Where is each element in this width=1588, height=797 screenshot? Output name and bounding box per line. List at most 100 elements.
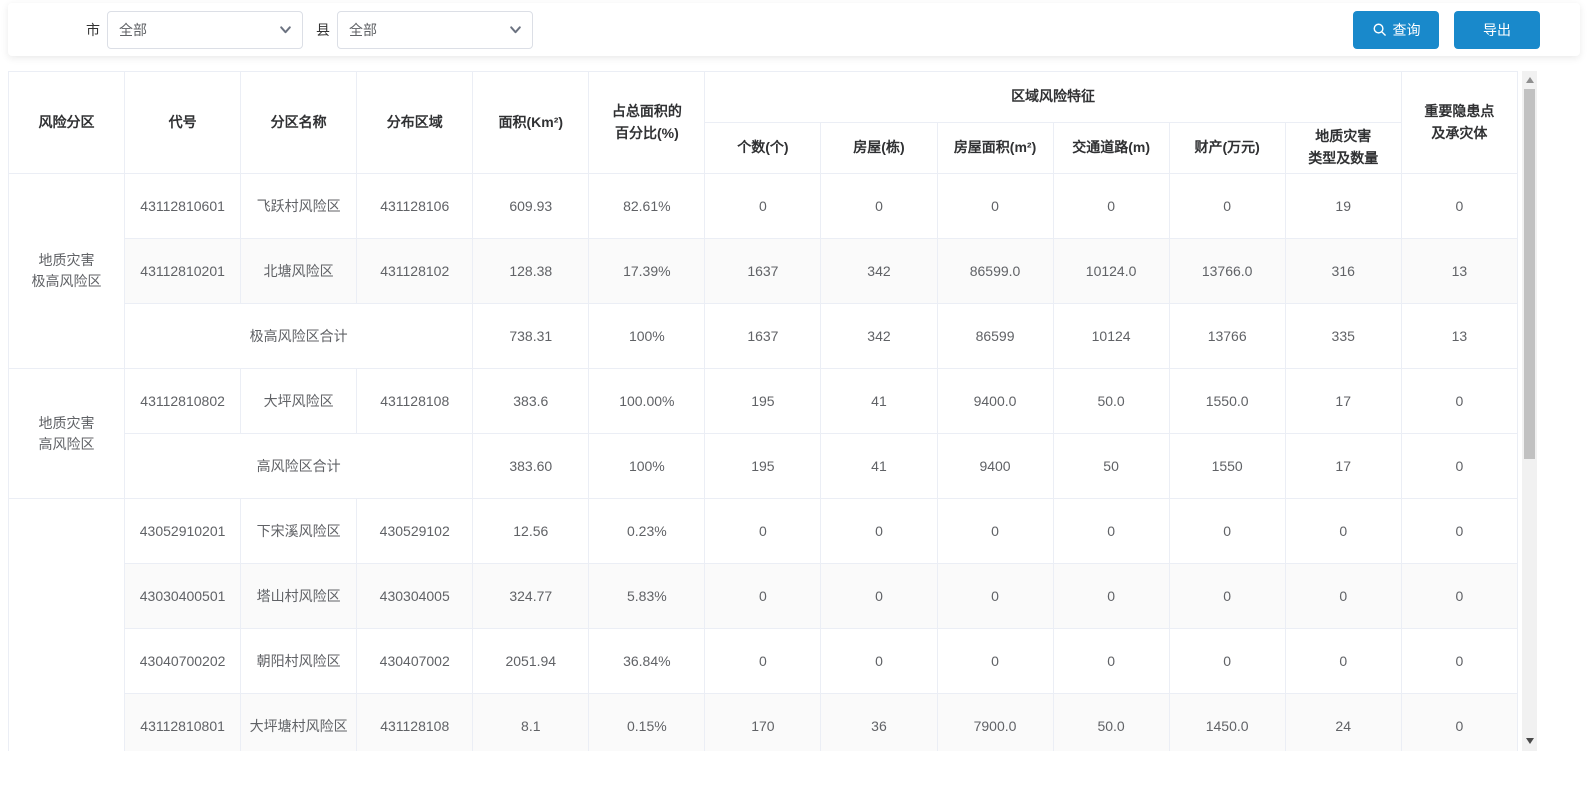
cell-value: 10124.0: [1053, 239, 1169, 304]
header-risk-zone: 风险分区: [9, 72, 125, 174]
query-button-label: 查询: [1393, 20, 1421, 40]
cell-value: 0: [1053, 564, 1169, 629]
cell-value: 0: [1285, 564, 1401, 629]
header-important: 重要隐患点 及承灾体: [1401, 72, 1517, 174]
cell-value: 0: [821, 174, 937, 239]
cell-value: 9400.0: [937, 369, 1053, 434]
cell-area: 2051.94: [473, 629, 589, 694]
cell-area: 8.1: [473, 694, 589, 752]
scroll-up-icon[interactable]: [1522, 72, 1537, 87]
cell-percent: 100%: [589, 434, 705, 499]
cell-value: 0: [1169, 564, 1285, 629]
header-property: 财产(万元): [1169, 123, 1285, 174]
cell-distribution: 430407002: [357, 629, 473, 694]
cell-distribution: 431128108: [357, 694, 473, 752]
cell-value: 0: [1401, 174, 1517, 239]
cell-value: 316: [1285, 239, 1401, 304]
cell-value: 13: [1401, 239, 1517, 304]
scroll-down-icon[interactable]: [1522, 733, 1537, 748]
cell-value: 17: [1285, 434, 1401, 499]
county-select[interactable]: 全部: [337, 11, 533, 49]
export-button-label: 导出: [1483, 20, 1511, 40]
cell-value: 0: [705, 564, 821, 629]
cell-value: 50: [1053, 434, 1169, 499]
toolbar: 市 全部 县 全部 查询 导出: [8, 3, 1580, 56]
cell-value: 0: [1053, 174, 1169, 239]
cell-zone-name: 下宋溪风险区: [241, 499, 357, 564]
cell-value: 342: [821, 239, 937, 304]
query-button[interactable]: 查询: [1353, 11, 1439, 49]
city-select-value: 全部: [119, 20, 147, 40]
cell-value: 0: [705, 174, 821, 239]
cell-area: 609.93: [473, 174, 589, 239]
header-count: 个数(个): [705, 123, 821, 174]
header-regional-features: 区域风险特征: [705, 72, 1401, 123]
chevron-down-icon: [509, 23, 522, 36]
cell-value: 86599: [937, 304, 1053, 369]
scroll-thumb[interactable]: [1524, 89, 1535, 459]
cell-value: 13766.0: [1169, 239, 1285, 304]
cell-zone-name: 朝阳村风险区: [241, 629, 357, 694]
city-label: 市: [86, 20, 100, 40]
cell-subtotal-label: 极高风险区合计: [125, 304, 473, 369]
cell-value: 335: [1285, 304, 1401, 369]
cell-distribution: 431128108: [357, 369, 473, 434]
cell-percent: 100%: [589, 304, 705, 369]
cell-value: 50.0: [1053, 369, 1169, 434]
cell-zone-name: 北塘风险区: [241, 239, 357, 304]
cell-value: 0: [1169, 174, 1285, 239]
header-zone-name: 分区名称: [241, 72, 357, 174]
cell-value: 0: [1169, 499, 1285, 564]
header-house-area: 房屋面积(m²): [937, 123, 1053, 174]
cell-value: 0: [937, 174, 1053, 239]
cell-value: 0: [1285, 499, 1401, 564]
table-row: 地质灾害 高风险区43112810802大坪风险区431128108383.61…: [9, 369, 1518, 434]
toolbar-buttons: 查询 导出: [1353, 11, 1540, 49]
cell-percent: 100.00%: [589, 369, 705, 434]
cell-value: 195: [705, 369, 821, 434]
county-label: 县: [316, 20, 330, 40]
cell-value: 170: [705, 694, 821, 752]
header-hazard-types: 地质灾害 类型及数量: [1285, 123, 1401, 174]
cell-area: 738.31: [473, 304, 589, 369]
risk-table: 风险分区 代号 分区名称 分布区域 面积(Km²) 占总面积的 百分比(%) 区…: [8, 71, 1518, 751]
cell-distribution: 431128106: [357, 174, 473, 239]
table-scrollbar[interactable]: [1522, 71, 1537, 751]
cell-value: 195: [705, 434, 821, 499]
export-button[interactable]: 导出: [1454, 11, 1540, 49]
cell-value: 0: [1401, 629, 1517, 694]
city-select[interactable]: 全部: [107, 11, 303, 49]
table-row: 43040700202朝阳村风险区4304070022051.9436.84%0…: [9, 629, 1518, 694]
county-select-value: 全部: [349, 20, 377, 40]
cell-code: 43040700202: [125, 629, 241, 694]
cell-percent: 17.39%: [589, 239, 705, 304]
cell-distribution: 430304005: [357, 564, 473, 629]
table-row: 地质灾害43052910201下宋溪风险区43052910212.560.23%…: [9, 499, 1518, 564]
header-roads: 交通道路(m): [1053, 123, 1169, 174]
cell-value: 36: [821, 694, 937, 752]
cell-value: 0: [821, 564, 937, 629]
search-icon: [1372, 22, 1387, 37]
cell-value: 17: [1285, 369, 1401, 434]
risk-zone-group-cell: 地质灾害 高风险区: [9, 369, 125, 499]
cell-percent: 82.61%: [589, 174, 705, 239]
risk-zone-group-cell: 地质灾害 极高风险区: [9, 174, 125, 369]
chevron-down-icon: [279, 23, 292, 36]
cell-value: 41: [821, 369, 937, 434]
cell-value: 0: [1401, 369, 1517, 434]
cell-value: 19: [1285, 174, 1401, 239]
cell-distribution: 430529102: [357, 499, 473, 564]
cell-value: 41: [821, 434, 937, 499]
cell-code: 43052910201: [125, 499, 241, 564]
cell-value: 0: [1401, 694, 1517, 752]
cell-area: 383.6: [473, 369, 589, 434]
table-body: 地质灾害 极高风险区43112810601飞跃村风险区431128106609.…: [9, 174, 1518, 752]
cell-value: 1450.0: [1169, 694, 1285, 752]
table-row: 43030400501塔山村风险区430304005324.775.83%000…: [9, 564, 1518, 629]
table-header: 风险分区 代号 分区名称 分布区域 面积(Km²) 占总面积的 百分比(%) 区…: [9, 72, 1518, 174]
cell-value: 0: [937, 564, 1053, 629]
header-percent: 占总面积的 百分比(%): [589, 72, 705, 174]
header-distribution: 分布区域: [357, 72, 473, 174]
risk-zone-group-cell: 地质灾害: [9, 499, 125, 752]
cell-value: 24: [1285, 694, 1401, 752]
